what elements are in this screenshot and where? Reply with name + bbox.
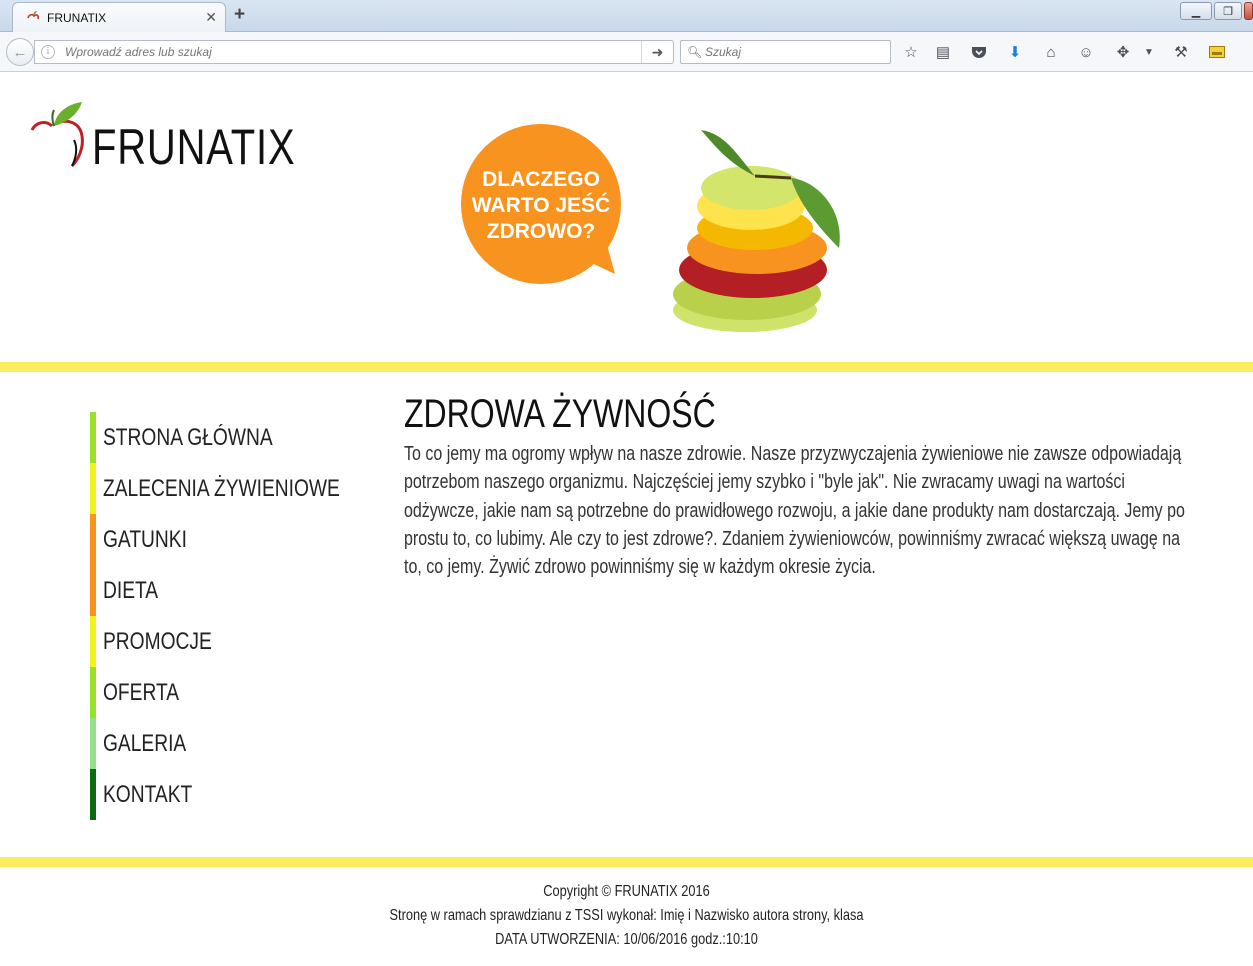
back-arrow-icon: ← <box>12 43 28 61</box>
nav-item-label: STRONA GŁÓWNA <box>103 424 273 451</box>
nav-item-label: GATUNKI <box>103 526 187 553</box>
url-bar[interactable]: i ➜ <box>34 40 674 64</box>
nav-item-oferta[interactable]: OFERTA <box>90 667 350 718</box>
nav-item-label: ZALECENIA ŻYWIENIOWE <box>103 475 340 502</box>
main-content: ZDROWA ŻYWNOŚĆ To co jemy ma ogromy wpły… <box>404 392 1204 581</box>
close-window-button[interactable] <box>1244 2 1253 20</box>
minimize-button[interactable]: ▁ <box>1180 2 1212 20</box>
back-button[interactable]: ← <box>6 38 34 66</box>
logo-text: FRUNATIX <box>92 119 296 175</box>
home-icon[interactable]: ⌂ <box>1040 42 1062 62</box>
banner-line-2: WARTO JEŚĆ <box>472 193 610 217</box>
footer-copyright: Copyright © FRUNATIX 2016 <box>543 883 710 900</box>
site-logo[interactable]: FRUNATIX <box>28 100 295 180</box>
article-text: To co jemy ma ogromy wpływ na nasze zdro… <box>404 443 1185 579</box>
tab-strip: FRUNATIX ✕ + ▁ ❐ <box>0 0 1253 32</box>
nav-item-strona-glowna[interactable]: STRONA GŁÓWNA <box>90 412 350 463</box>
bookmark-star-icon[interactable]: ☆ <box>900 42 922 62</box>
new-tab-button[interactable]: + <box>234 4 245 26</box>
tab-title: FRUNATIX <box>47 11 107 25</box>
pocket-icon[interactable] <box>968 42 990 62</box>
banner-line-3: ZDROWO? <box>487 220 595 243</box>
search-input[interactable] <box>705 44 885 60</box>
main-nav: STRONA GŁÓWNA ZALECENIA ŻYWIENIOWE GATUN… <box>90 412 350 820</box>
downloads-icon[interactable]: ⬇ <box>1004 42 1026 62</box>
page-title: ZDROWA ŻYWNOŚĆ <box>404 392 716 436</box>
nav-item-label: GALERIA <box>103 730 187 757</box>
sidebar-icon[interactable] <box>1206 42 1228 62</box>
search-bar[interactable]: 🔍︎ <box>680 40 891 64</box>
nav-item-galeria[interactable]: GALERIA <box>90 718 350 769</box>
info-icon[interactable]: i <box>41 45 55 59</box>
tool-icon[interactable]: ⚒ <box>1170 42 1192 62</box>
dropdown-icon[interactable]: ▼ <box>1138 42 1160 62</box>
nav-item-kontakt[interactable]: KONTAKT <box>90 769 350 820</box>
search-icon: 🔍︎ <box>687 45 703 59</box>
nav-item-label: KONTAKT <box>103 781 193 808</box>
browser-tab[interactable]: FRUNATIX ✕ <box>12 2 226 32</box>
top-divider <box>0 362 1253 372</box>
nav-item-label: PROMOCJE <box>103 628 212 655</box>
nav-item-zalecenia-zywieniowe[interactable]: ZALECENIA ŻYWIENIOWE <box>90 463 350 514</box>
reading-list-icon[interactable]: ▤ <box>932 42 954 62</box>
maximize-button[interactable]: ❐ <box>1214 2 1242 20</box>
url-input[interactable] <box>65 44 635 60</box>
nav-item-promocje[interactable]: PROMOCJE <box>90 616 350 667</box>
nav-item-label: OFERTA <box>103 679 180 706</box>
chat-icon[interactable]: ☺ <box>1075 42 1097 62</box>
footer: Copyright © FRUNATIX 2016 Stronę w ramac… <box>0 880 1253 952</box>
apple-logo-icon <box>30 102 84 168</box>
footer-author: Stronę w ramach sprawdzianu z TSSI wykon… <box>389 907 864 924</box>
extension-icon[interactable]: ✥ <box>1112 42 1134 62</box>
nav-item-gatunki[interactable]: GATUNKI <box>90 514 350 565</box>
tab-close-icon[interactable]: ✕ <box>205 9 217 26</box>
footer-date: DATA UTWORZENIA: 10/06/2016 godz.:10:10 <box>495 931 758 948</box>
nav-item-label: DIETA <box>103 577 159 604</box>
navigation-toolbar: ← i ➜ 🔍︎ ☆ ▤ ⬇ ⌂ ☺ ✥ ▼ ⚒ <box>0 32 1253 72</box>
favicon-icon <box>27 11 39 20</box>
go-arrow-icon[interactable]: ➜ <box>641 41 673 63</box>
nav-item-dieta[interactable]: DIETA <box>90 565 350 616</box>
banner-image: DLACZEGO WARTO JEŚĆ ZDROWO? <box>461 124 840 332</box>
banner-line-1: DLACZEGO <box>482 168 600 191</box>
bottom-divider <box>0 857 1253 867</box>
